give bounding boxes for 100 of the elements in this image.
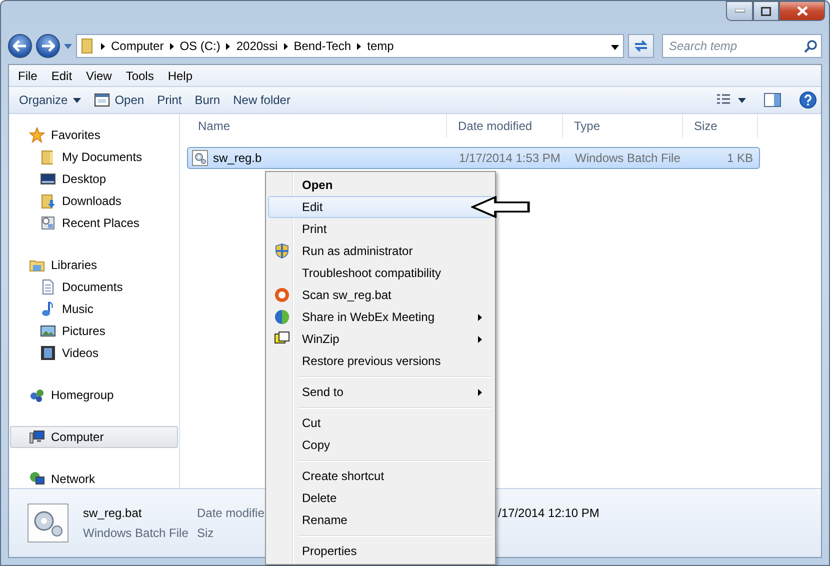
chevron-icon [170,42,174,50]
minimize-icon [734,9,744,13]
address-bar[interactable]: Computer OS (C:) 2020ssi Bend-Tech temp [76,34,624,58]
toolbar-button[interactable]: Print [155,89,193,111]
menu-item[interactable]: File [12,68,44,82]
back-button[interactable] [8,34,32,58]
column-header[interactable]: Date modified [447,114,563,138]
close-icon [796,6,808,16]
detail-label: Siz [197,526,215,540]
nav-item[interactable]: Pictures [10,320,178,342]
context-menu-item[interactable]: Run as administrator [268,240,493,262]
star-icon [29,127,45,143]
forward-arrow-icon [41,40,55,52]
detail-value: /17/2014 12:10 PM [498,506,600,520]
back-arrow-icon [13,40,27,52]
nav-item[interactable]: Computer [10,426,178,448]
breadcrumb[interactable]: temp [367,39,394,53]
context-menu-item[interactable]: Share in WebEx Meeting [268,306,493,328]
type-cell-text: Windows Batch File [574,151,682,165]
context-menu-item[interactable]: Open [268,174,493,196]
refresh-icon [633,39,649,53]
recent-pages-caret-icon [64,44,72,48]
column-header[interactable]: Size [683,114,758,138]
context-menu-item[interactable]: Copy [268,434,493,456]
folder-icon [81,38,95,54]
document-icon [40,279,56,295]
batch-file-icon [192,150,208,166]
menu-item[interactable]: View [80,68,118,82]
file-name: sw_reg.b [188,150,448,166]
context-menu-item[interactable]: Print [268,218,493,240]
toolbar-button[interactable]: Open [92,89,156,111]
caret-icon [72,98,81,102]
context-menu-item[interactable]: Rename [268,509,493,531]
menu-item[interactable]: Edit [45,68,78,82]
picture-icon [40,323,56,339]
search-icon [804,40,817,52]
music-note-icon [40,301,56,317]
size-cell-text: 1 KB [726,151,754,165]
history-caret-icon [611,45,619,50]
homegroup-icon [29,387,45,403]
nav-item[interactable]: Network [10,468,178,490]
nav-item[interactable]: Documents [10,276,178,298]
toolbar-button[interactable]: New folder [231,89,302,111]
context-menu-item[interactable]: Cut [268,412,493,434]
callout-arrow [471,196,531,218]
nav-item[interactable]: Downloads [10,190,178,212]
nav-item[interactable]: Libraries [10,254,178,276]
column-header[interactable]: Type [563,114,683,138]
context-menu-item[interactable]: Delete [268,487,493,509]
network-icon [29,471,45,487]
context-menu-item[interactable]: Send to [268,381,493,403]
context-menu-item[interactable]: Edit [268,196,493,218]
maximize-button[interactable] [753,1,779,21]
nav-item[interactable]: My Documents [10,146,178,168]
menu-item[interactable]: Tools [120,68,160,82]
close-button[interactable] [779,1,825,21]
chevron-icon [101,42,105,50]
date-cell-text: 1/17/2014 1:53 PM [458,151,562,165]
refresh-button[interactable] [628,34,654,58]
breadcrumb[interactable]: OS (C:) [180,39,220,53]
film-icon [40,345,56,361]
preview-pane-icon[interactable] [764,93,781,107]
nav-item[interactable]: Videos [10,342,178,364]
scan-icon [274,287,290,303]
minimize-button[interactable] [726,1,753,21]
chevron-icon [226,42,230,50]
nav-item[interactable]: Favorites [10,124,178,146]
download-folder-icon [40,193,56,209]
column-header[interactable]: Name [187,114,447,138]
folder-icon [40,149,56,165]
forward-button[interactable] [36,34,60,58]
nav-item[interactable]: Recent Places [10,212,178,234]
context-menu-item[interactable]: Troubleshoot compatibility [268,262,493,284]
search-input[interactable]: Search temp [667,38,804,54]
nav-item[interactable]: Music [10,298,178,320]
context-menu-item[interactable]: WinZip [268,328,493,350]
file-row[interactable]: sw_reg.b 1/17/2014 1:53 PM Windows Batch File 1 KB [187,147,760,169]
nav-item[interactable]: Homegroup [10,384,178,406]
file-type: Windows Batch File [83,526,189,540]
chevron-icon [357,42,362,50]
file-name: sw_reg.bat [83,506,143,520]
toolbar-button[interactable]: Organize [17,89,92,111]
maximize-icon [761,6,771,16]
context-menu-item[interactable]: Create shortcut [268,465,493,487]
breadcrumb[interactable]: Computer [111,39,164,53]
context-menu-item[interactable]: Properties [268,540,493,562]
shield-icon [274,243,290,259]
context-menu-item[interactable]: Scan sw_reg.bat [268,284,493,306]
help-icon[interactable] [799,91,817,109]
nav-item[interactable]: Desktop [10,168,178,190]
globe-icon [274,309,290,325]
open-window-icon [94,92,110,108]
computer-icon [29,429,45,445]
breadcrumb[interactable]: Bend-Tech [294,39,352,53]
search-field[interactable]: Search temp [662,34,822,58]
context-menu-item[interactable]: Restore previous versions [268,350,493,372]
breadcrumb[interactable]: 2020ssi [236,39,278,53]
menu-item[interactable]: Help [162,68,199,82]
view-options-icon[interactable] [716,94,746,106]
toolbar-button[interactable]: Burn [192,89,232,111]
